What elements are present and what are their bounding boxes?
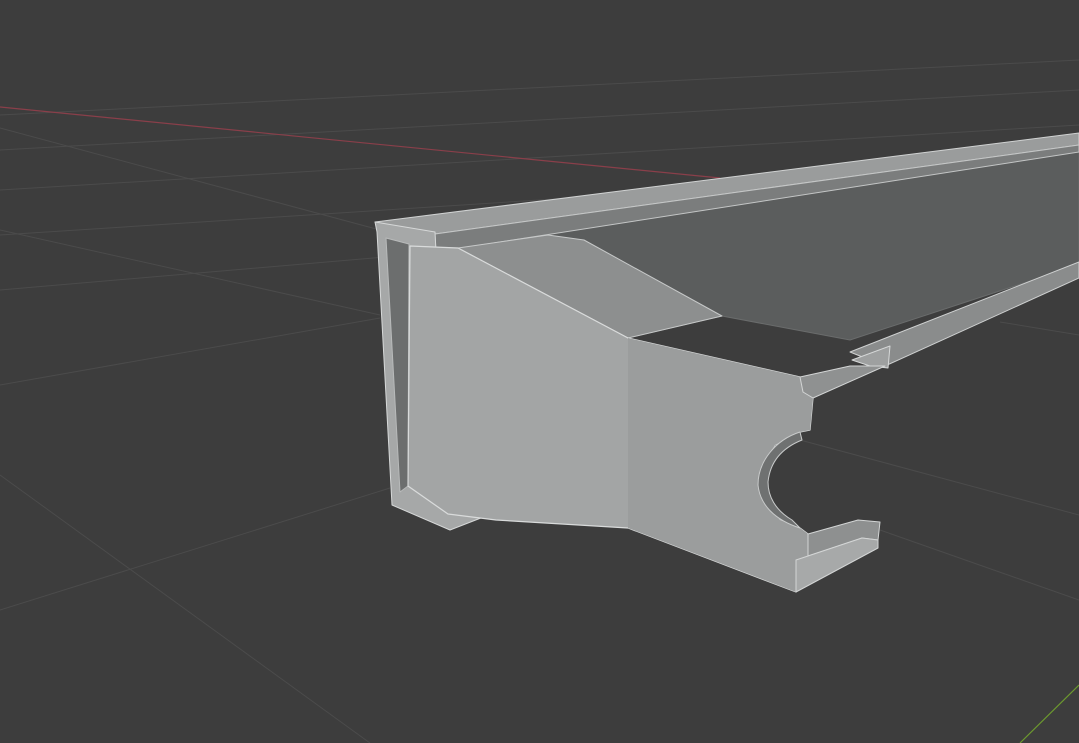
grid-line	[0, 317, 381, 386]
bracket-plate-shade	[628, 338, 813, 592]
grid-line	[0, 59, 1079, 116]
grid-line	[0, 89, 1079, 151]
grid-line	[999, 321, 1079, 336]
3d-viewport[interactable]	[0, 0, 1079, 743]
x-axis-line	[0, 106, 721, 179]
bracket-beam-mesh[interactable]	[374, 132, 1079, 593]
grid-line	[0, 474, 371, 743]
grid-line	[879, 529, 1079, 601]
viewport-canvas[interactable]	[0, 0, 1079, 743]
grid-line	[0, 127, 381, 231]
bracket-notch	[799, 365, 886, 399]
y-axis-line	[1019, 684, 1079, 743]
grid-line	[799, 439, 1079, 516]
grid-line	[0, 229, 381, 316]
grid-line	[0, 487, 391, 611]
